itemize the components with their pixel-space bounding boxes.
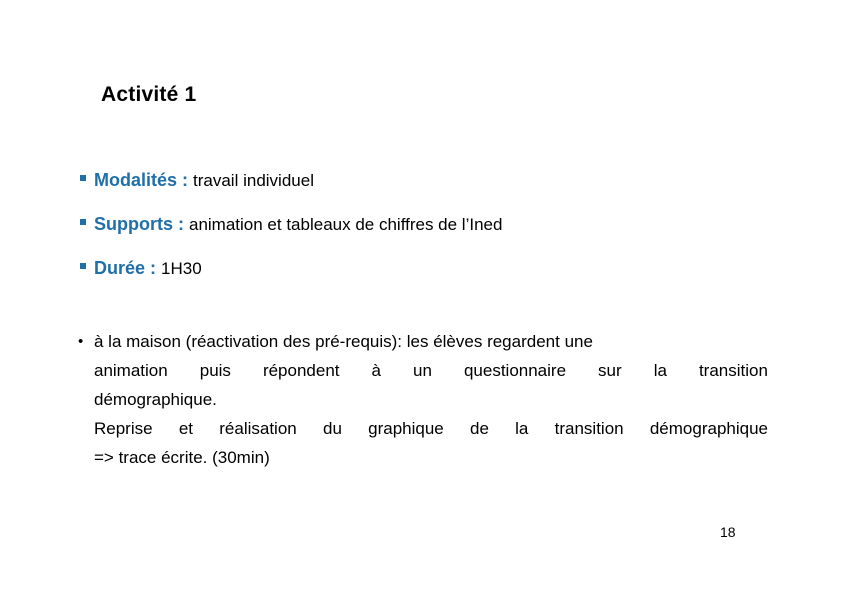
meta-list: Modalités : travail individuel Supports … [80,170,780,302]
paragraph-line: démographique. [94,390,217,409]
word: Reprise [94,419,153,438]
meta-item-supports: Supports : animation et tableaux de chif… [80,214,780,258]
round-bullet-icon: • [78,333,84,350]
meta-item-duree: Durée : 1H30 [80,258,780,302]
square-bullet-icon [80,173,94,186]
body-text-block: • à la maison (réactivation des pré-requ… [78,327,768,472]
word: questionnaire [463,361,567,380]
word: de [470,419,489,438]
paragraph-line-justified: Reprise et réalisation du graphique de la trans… [94,414,768,443]
meta-value-supports: animation et tableaux de chiffres de l’I… [189,215,503,234]
slide-canvas: Activité 1 Modalités : travail individue… [0,0,842,596]
word: graphique [368,419,444,438]
meta-label-supports: Supports : [94,214,189,234]
word: transition [554,419,624,438]
meta-value-duree: 1H30 [161,259,202,278]
paragraph-lines: à la maison (réactivation des pré-requis… [94,327,768,414]
square-bullet-icon [80,261,94,274]
word: la [515,419,529,438]
word: réalisation [219,419,297,438]
meta-item-modalites: Modalités : travail individuel [80,170,780,214]
word: un [413,361,432,380]
paragraph-line-justified: animation puis répondent à un questionnaire su… [94,356,768,385]
paragraph-line: à la maison (réactivation des pré-requis… [94,332,593,351]
meta-value-modalites: travail individuel [193,171,314,190]
square-bullet-icon [80,217,94,230]
page-title: Activité 1 [101,83,197,106]
word: puis [199,361,231,380]
word: répondent [262,361,340,380]
paragraph-home-activity: • à la maison (réactivation des pré-requ… [78,327,768,414]
page-number: 18 [720,524,736,540]
word: la [653,361,667,380]
word: transition [698,361,768,380]
meta-label-duree: Durée : [94,258,162,278]
word: démographique [649,419,768,438]
word: animation [94,361,168,380]
word: et [178,419,194,438]
word: à [371,361,381,380]
paragraph-class-activity: Reprise et réalisation du graphique de la trans… [94,414,768,472]
meta-label-modalites: Modalités : [94,170,194,190]
word: du [322,419,342,438]
paragraph-line: => trace écrite. (30min) [94,448,270,467]
word: sur [598,361,622,380]
